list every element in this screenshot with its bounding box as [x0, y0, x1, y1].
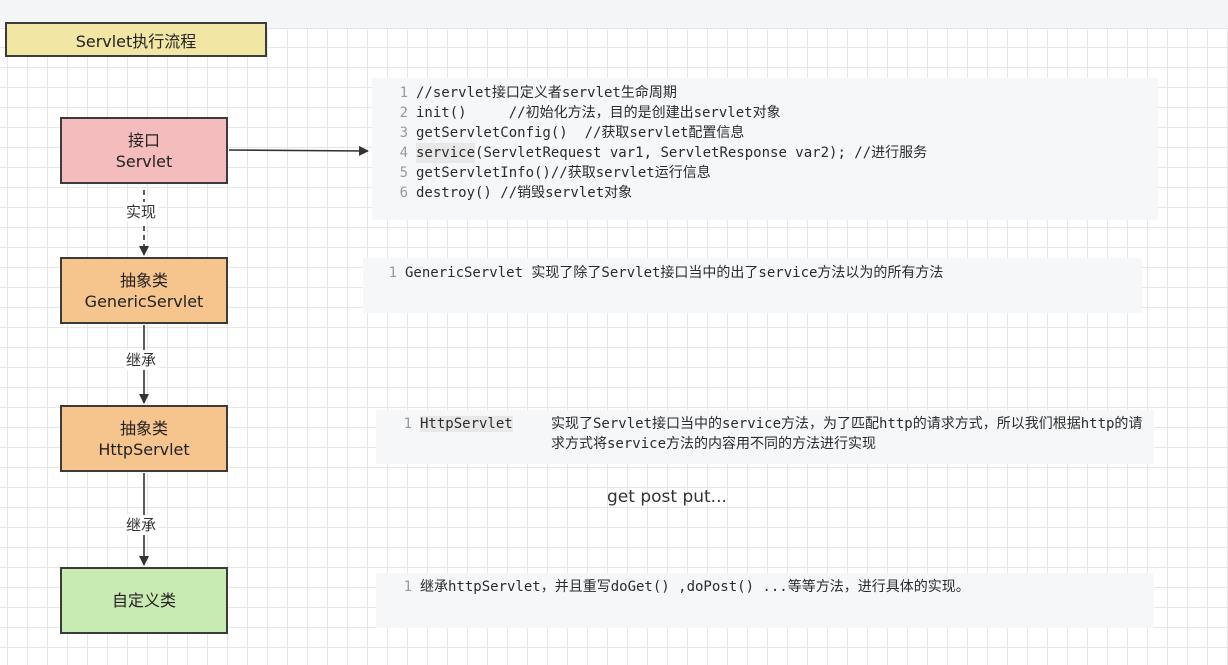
code-block-servlet-methods: 1 //servlet接口定义者servlet生命周期 2 init() //初…	[372, 78, 1158, 220]
code-text: //servlet接口定义者servlet生命周期	[416, 85, 677, 101]
code-class-tag: HttpServlet	[420, 414, 551, 454]
code-text: getServletConfig() //获取servlet配置信息	[416, 125, 745, 141]
code-line: 1 GenericServlet 实现了除了Servlet接口当中的出了serv…	[383, 263, 1142, 283]
node-servlet-interface-kind: 接口	[127, 130, 160, 150]
code-text: GenericServlet 实现了除了Servlet接口当中的出了servic…	[405, 265, 944, 281]
arrow-servlet-to-code	[228, 145, 369, 156]
code-line: 4 service (ServletRequest var1, ServletRe…	[394, 143, 1158, 163]
node-generic-servlet-name: GenericServlet	[84, 291, 204, 311]
line-number: 4	[399, 145, 408, 161]
code-line: 1 继承httpServlet，并且重写doGet() ,doPost() ..…	[398, 577, 1154, 597]
code-line: 1 HttpServlet 实现了Servlet接口当中的service方法，为…	[398, 414, 1154, 454]
code-block-custom-class: 1 继承httpServlet，并且重写doGet() ,doPost() ..…	[376, 573, 1154, 628]
code-line: 5 getServletInfo()//获取servlet运行信息	[394, 163, 1158, 183]
diagram-title: Servlet执行流程	[5, 22, 267, 57]
code-line: 3 getServletConfig() //获取servlet配置信息	[394, 123, 1158, 143]
code-text: (ServletRequest var1, ServletResponse va…	[475, 145, 928, 161]
code-text: 实现了Servlet接口当中的service方法，为了匹配http的请求方式，所…	[551, 416, 1143, 452]
node-custom-class: 自定义类	[60, 567, 228, 634]
http-methods-note: get post put...	[607, 487, 727, 507]
code-block-generic-servlet: 1 GenericServlet 实现了除了Servlet接口当中的出了serv…	[363, 258, 1142, 313]
code-line: 2 init() //初始化方法，目的是创建出servlet对象	[394, 103, 1158, 123]
code-class-name: HttpServlet	[420, 416, 513, 432]
edge-label-implements: 实现	[124, 202, 159, 222]
line-number: 1	[399, 85, 408, 101]
code-text: destroy() //销毁servlet对象	[416, 185, 633, 201]
node-http-servlet: 抽象类 HttpServlet	[60, 405, 228, 472]
code-text: init() //初始化方法，目的是创建出servlet对象	[416, 105, 781, 121]
code-text: 继承httpServlet，并且重写doGet() ,doPost() ...等…	[420, 579, 970, 595]
line-number: 3	[399, 125, 408, 141]
line-number: 6	[399, 185, 408, 201]
node-http-servlet-kind: 抽象类	[119, 418, 168, 438]
node-servlet-interface: 接口 Servlet	[60, 117, 228, 184]
line-number: 2	[399, 105, 408, 121]
diagram-title-text: Servlet执行流程	[75, 31, 197, 51]
node-generic-servlet-kind: 抽象类	[119, 270, 168, 290]
node-custom-class-name: 自定义类	[111, 591, 176, 610]
node-generic-servlet: 抽象类 GenericServlet	[60, 257, 228, 324]
node-servlet-interface-name: Servlet	[115, 151, 173, 171]
line-number: 1	[403, 416, 412, 432]
line-number: 1	[388, 265, 397, 281]
code-block-http-servlet: 1 HttpServlet 实现了Servlet接口当中的service方法，为…	[376, 410, 1154, 464]
edge-label-extends-1: 继承	[124, 350, 159, 370]
edge-label-extends-2: 继承	[124, 515, 159, 535]
code-line: 6 destroy() //销毁servlet对象	[394, 183, 1158, 203]
node-http-servlet-name: HttpServlet	[98, 439, 190, 459]
code-text: getServletInfo()//获取servlet运行信息	[416, 165, 711, 181]
code-keyword-highlight: service	[416, 143, 476, 163]
line-number: 5	[399, 165, 408, 181]
code-line: 1 //servlet接口定义者servlet生命周期	[394, 83, 1158, 103]
line-number: 1	[403, 579, 412, 595]
